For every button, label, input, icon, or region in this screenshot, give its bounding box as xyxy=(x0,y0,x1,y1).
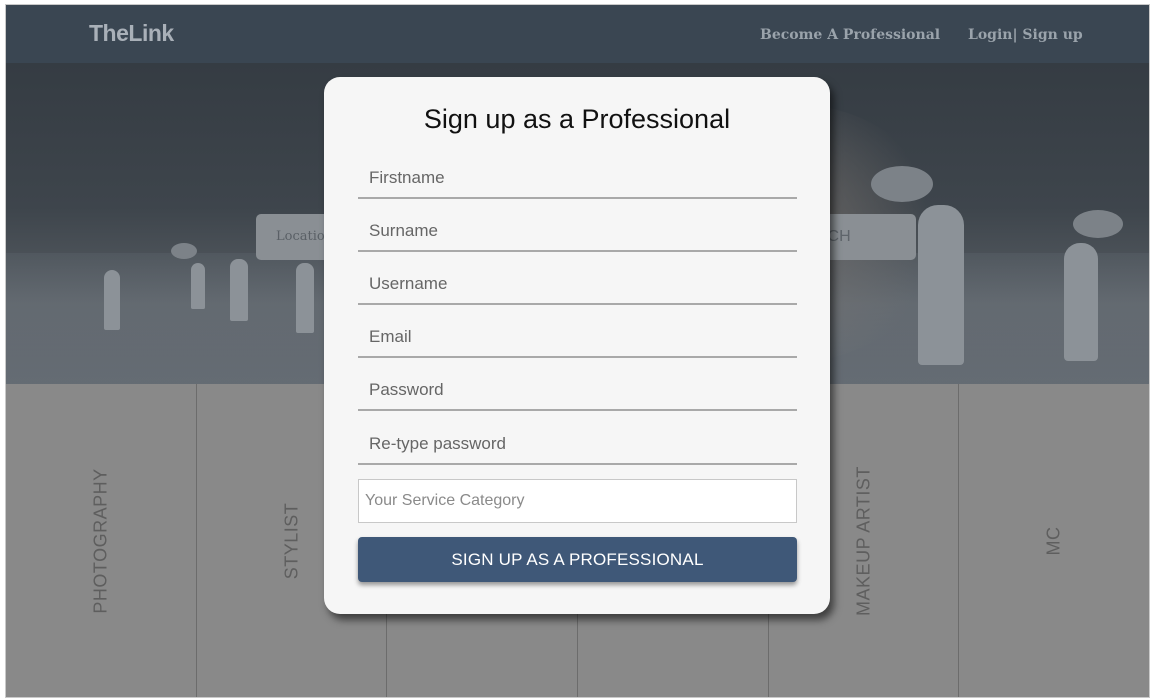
firstname-field[interactable] xyxy=(358,159,797,199)
category-mc[interactable]: MC xyxy=(959,384,1149,697)
category-label: MAKEUP ARTIST xyxy=(853,465,874,616)
person-silhouette-icon xyxy=(918,205,964,365)
modal-title: Sign up as a Professional xyxy=(423,104,731,134)
category-label: PHOTOGRAPHY xyxy=(90,467,111,614)
person-silhouette-icon xyxy=(191,263,205,309)
service-category-select[interactable]: Your Service Category xyxy=(358,479,797,523)
person-silhouette-icon xyxy=(230,259,248,321)
signup-professional-button[interactable]: SIGN UP AS A PROFESSIONAL xyxy=(358,537,797,582)
email-field[interactable] xyxy=(358,318,797,358)
top-navigation-bar: TheLink Become A Professional Login| Sig… xyxy=(6,5,1149,63)
professional-signup-modal: Sign up as a Professional Your Service C… xyxy=(324,77,830,614)
username-field[interactable] xyxy=(358,265,797,305)
category-label: STYLIST xyxy=(281,502,301,579)
person-silhouette-icon xyxy=(1064,243,1098,361)
password-field[interactable] xyxy=(358,371,797,411)
surname-field[interactable] xyxy=(358,212,797,252)
speech-bubble-icon xyxy=(1073,210,1123,238)
login-signup-link[interactable]: Login| Sign up xyxy=(968,27,1083,43)
retype-password-field[interactable] xyxy=(358,425,797,465)
category-label: MC xyxy=(1043,526,1064,555)
become-professional-link[interactable]: Become A Professional xyxy=(760,27,940,43)
speech-bubble-icon xyxy=(171,243,197,259)
site-logo[interactable]: TheLink xyxy=(89,20,174,47)
category-photography[interactable]: PHOTOGRAPHY xyxy=(6,384,197,697)
person-silhouette-icon xyxy=(104,270,120,330)
person-silhouette-icon xyxy=(296,263,314,333)
